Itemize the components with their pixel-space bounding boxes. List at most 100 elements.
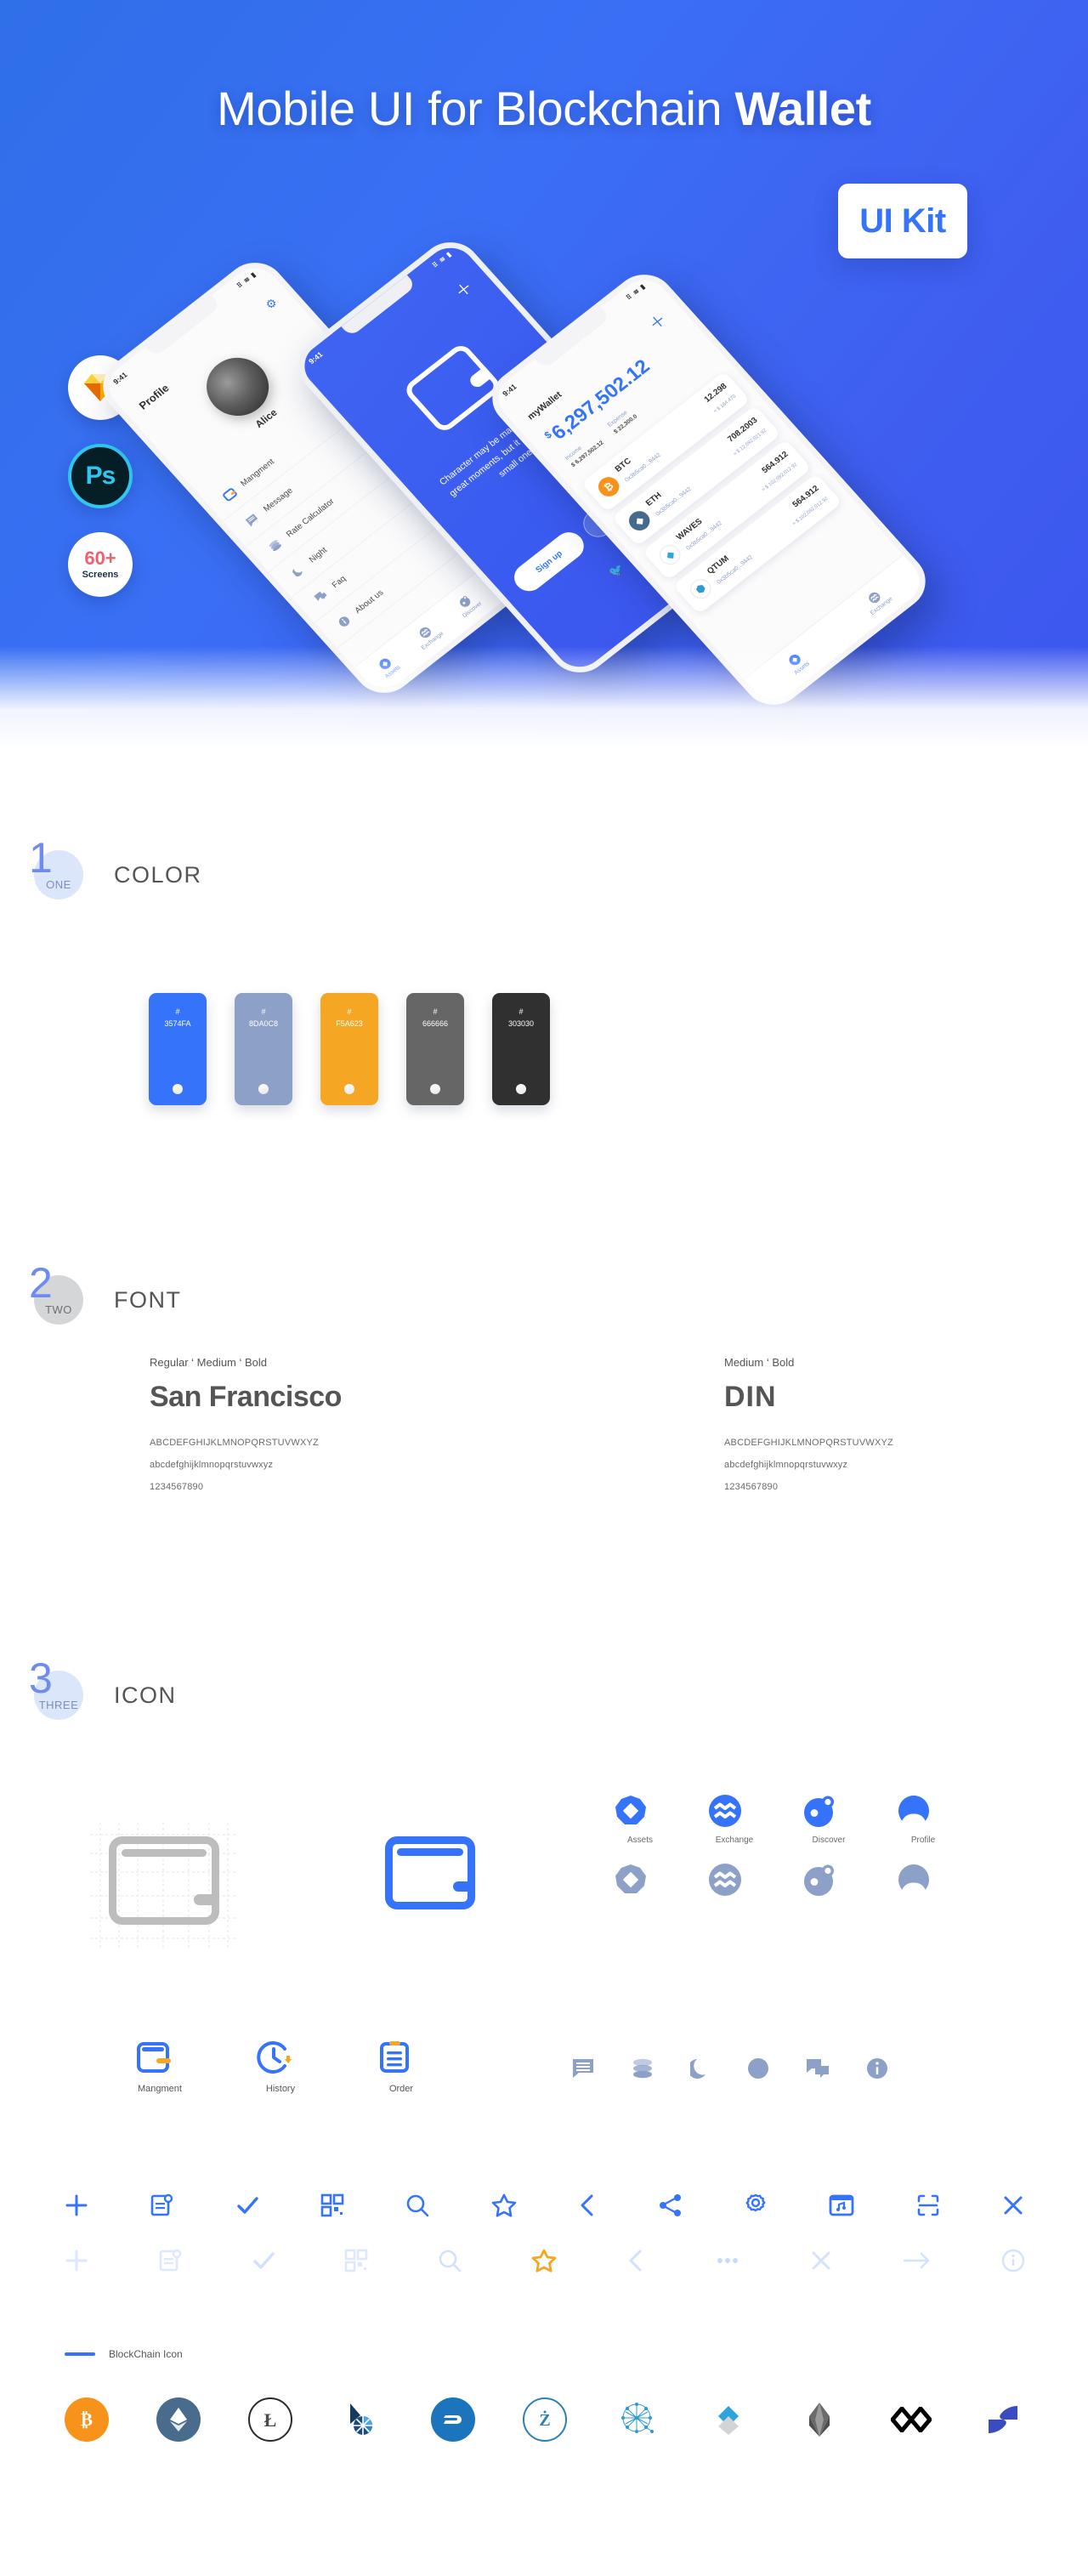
signal-wifi-battery-icon: ⠿ ≋ ▮ <box>430 249 454 270</box>
svg-text:Ł: Ł <box>264 2409 276 2431</box>
swatch-hex: #303030 <box>507 1007 535 1028</box>
specimen-lowercase: abcdefghijklmnopqrstuvwxyz <box>150 1459 274 1470</box>
tab-assets[interactable]: Assets <box>744 617 849 708</box>
section-title: FONT <box>114 1286 182 1313</box>
svg-text:Ż: Ż <box>539 2409 550 2430</box>
chevron-left-icon[interactable] <box>578 2193 597 2217</box>
zcash-icon[interactable]: Ż <box>522 2397 567 2442</box>
layers-icon[interactable] <box>632 2057 654 2080</box>
gear-icon[interactable] <box>744 2193 768 2217</box>
tab-icon-profile-inactive[interactable] <box>897 1863 949 1897</box>
tab-icon-discover-inactive[interactable] <box>802 1863 855 1897</box>
icon-label: Order <box>388 2084 414 2094</box>
icon-label: Mangment <box>138 2084 182 2094</box>
tab-icon-assets-inactive[interactable] <box>614 1863 666 1897</box>
search-icon[interactable] <box>405 2193 429 2217</box>
qrcode-icon[interactable] <box>320 2193 344 2217</box>
section-title: COLOR <box>114 861 202 888</box>
maker-icon[interactable] <box>889 2397 933 2442</box>
arrow-right-icon[interactable] <box>903 2249 932 2272</box>
status-time: 9:41 <box>501 382 518 399</box>
plus-icon[interactable] <box>65 2249 88 2272</box>
info-icon[interactable] <box>866 2057 888 2080</box>
labeled-icon-set: Mangment History Order <box>136 2040 425 2094</box>
tab-icon-profile[interactable]: Profile <box>897 1794 949 1897</box>
section-header-icon: 3 THREE ICON <box>29 1657 177 1720</box>
assets-icon <box>615 1796 646 1824</box>
qrcode-icon[interactable] <box>344 2249 368 2272</box>
scan-icon[interactable] <box>916 2193 940 2217</box>
specimen-digits: 1234567890 <box>150 1481 204 1492</box>
tab-icon-assets[interactable]: Assets <box>614 1794 666 1897</box>
font-specimen: ABCDEFGHIJKLMNOPQRSTUVWXYZ abcdefghijklm… <box>150 1433 342 1499</box>
info-circle-icon[interactable] <box>1001 2249 1025 2272</box>
color-swatch: # F5A623 <box>320 993 378 1105</box>
ethereum-icon: ◆ <box>624 507 654 535</box>
tab-icon-label: Exchange <box>715 1836 754 1845</box>
share-icon[interactable] <box>659 2193 683 2217</box>
tab-icon-label: Assets <box>626 1836 653 1845</box>
divider-line <box>65 2352 95 2356</box>
blockchain-icon-header: BlockChain Icon <box>65 2348 183 2360</box>
plus-icon[interactable]: ＋ <box>448 275 477 303</box>
bitcoin-icon[interactable]: ₿ <box>65 2397 109 2442</box>
swatch-dot <box>516 1084 526 1094</box>
signup-button[interactable]: Sign up <box>507 526 590 597</box>
tab-exchange[interactable]: Exchange <box>824 555 929 646</box>
wallet-blue-icon <box>385 1836 475 1909</box>
waves-icon[interactable] <box>706 2397 751 2442</box>
stratis-icon[interactable] <box>981 2397 1025 2442</box>
check-icon[interactable] <box>235 2193 259 2217</box>
chat-icon[interactable] <box>806 2057 830 2080</box>
close-icon[interactable] <box>809 2249 833 2272</box>
chevron-left-icon[interactable] <box>626 2249 645 2272</box>
swatch-hex: #8DA0C8 <box>248 1007 279 1028</box>
plus-icon[interactable] <box>65 2193 88 2217</box>
gear-icon[interactable]: ⚙ <box>263 295 280 312</box>
search-icon[interactable] <box>438 2249 462 2272</box>
phone-mockups: 9:41 ⠿ ≋ ▮ Profile ⚙ Alice Mangment Mess… <box>0 0 1088 748</box>
dash-icon[interactable] <box>431 2397 476 2442</box>
document-settings-icon[interactable] <box>150 2193 173 2217</box>
moon-icon[interactable] <box>690 2057 711 2080</box>
exchange-icon <box>709 1795 741 1827</box>
circle-icon[interactable] <box>747 2057 769 2080</box>
color-swatch: #666666 <box>406 993 464 1105</box>
qtum-icon[interactable] <box>615 2397 659 2442</box>
wallet-logo-icon <box>401 341 504 435</box>
svg-text:₿: ₿ <box>81 2409 93 2430</box>
eos-icon[interactable] <box>797 2397 842 2442</box>
color-swatch: #303030 <box>492 993 550 1105</box>
discover-icon <box>804 1796 834 1827</box>
icon-order[interactable]: Order <box>377 2040 425 2094</box>
media-card-icon[interactable] <box>829 2193 854 2217</box>
swatch-dot <box>344 1084 354 1094</box>
coin-fiat: ≈ $ 184,470 <box>712 394 738 415</box>
plus-icon[interactable]: ＋ <box>642 307 671 335</box>
message-icon[interactable] <box>571 2057 595 2080</box>
wallet-grid-icon <box>90 1823 238 1949</box>
twitter-icon[interactable]: 🐦 <box>606 560 627 580</box>
tab-icon-exchange[interactable]: Exchange <box>708 1794 761 1897</box>
ellipsis-icon[interactable] <box>715 2249 740 2272</box>
document-settings-icon[interactable] <box>158 2249 182 2272</box>
close-icon[interactable] <box>1001 2193 1025 2217</box>
color-swatch: #3574FA <box>149 993 207 1105</box>
litecoin-icon[interactable]: Ł <box>247 2397 292 2442</box>
list-item-label: About us <box>353 587 386 616</box>
tab-icon-exchange-inactive[interactable] <box>708 1863 761 1897</box>
star-icon[interactable] <box>491 2193 517 2217</box>
icon-wallet-management[interactable]: Mangment <box>136 2040 184 2094</box>
bitshares-icon[interactable] <box>339 2397 383 2442</box>
check-icon[interactable] <box>252 2249 275 2272</box>
ethereum-icon[interactable] <box>156 2397 201 2442</box>
expense-block: Expense $ 22,300.0 <box>606 406 639 436</box>
icon-label: History <box>265 2084 296 2094</box>
section-header-color: 1 ONE COLOR <box>29 837 202 899</box>
blockchain-label: BlockChain Icon <box>109 2348 183 2360</box>
icon-history[interactable]: History <box>257 2040 304 2094</box>
star-filled-icon[interactable] <box>531 2249 557 2272</box>
tab-icon-discover[interactable]: Discover <box>802 1794 855 1897</box>
profile-icon <box>898 1796 930 1821</box>
wallet-management-icon <box>137 2042 171 2073</box>
